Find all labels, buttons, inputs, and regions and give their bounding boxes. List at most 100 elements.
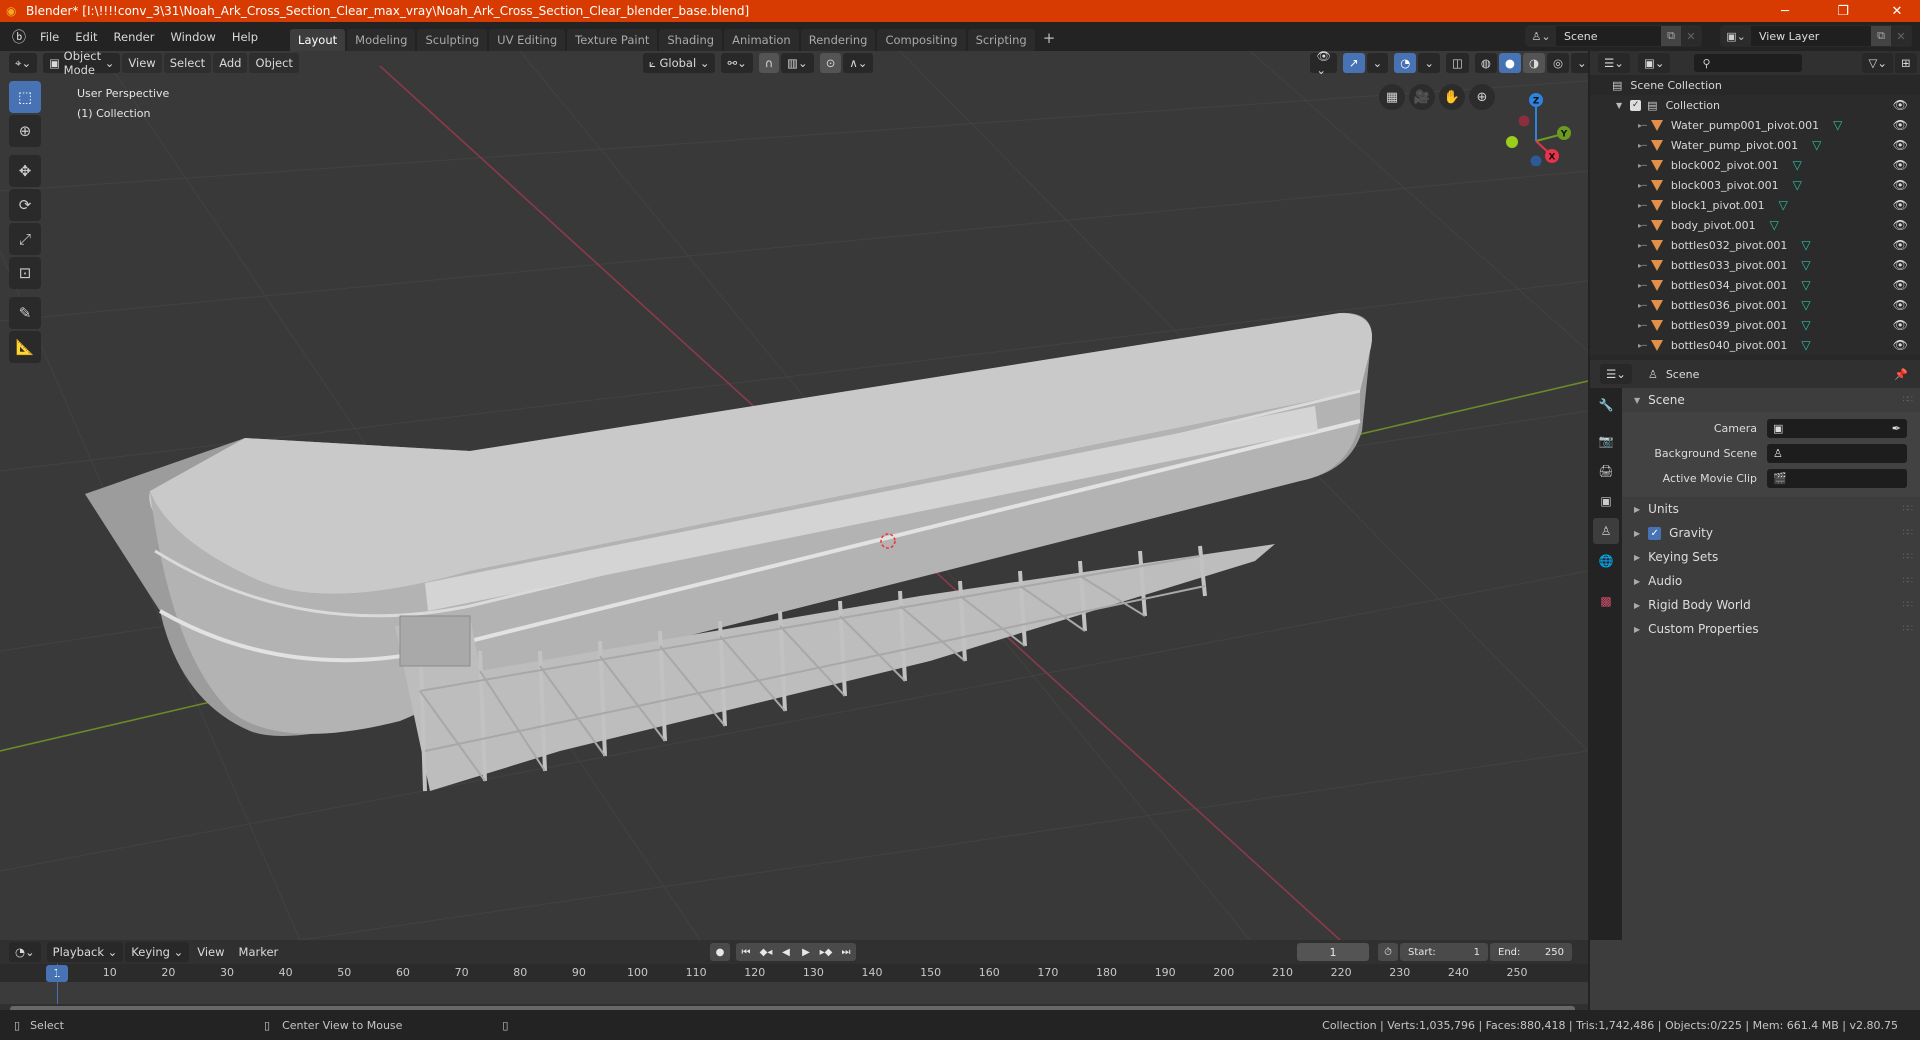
eye-icon[interactable]: 👁 bbox=[1893, 318, 1908, 332]
active-movie-clip-field[interactable]: 🎬 bbox=[1767, 469, 1907, 488]
display-mode-button[interactable]: ▣⌄ bbox=[1637, 53, 1671, 73]
menu-help[interactable]: Help bbox=[224, 30, 266, 44]
wireframe-shading-button[interactable]: ◍ bbox=[1474, 53, 1497, 73]
eye-icon[interactable]: 👁 bbox=[1893, 238, 1908, 252]
eye-icon[interactable]: 👁 bbox=[1893, 178, 1908, 192]
gizmo-neg-y-icon[interactable] bbox=[1506, 136, 1518, 148]
mesh-data-icon[interactable]: ▽ bbox=[1793, 178, 1802, 192]
mesh-data-icon[interactable]: ▽ bbox=[1801, 258, 1810, 272]
filter-button[interactable]: ▽⌄ bbox=[1862, 53, 1893, 73]
transform-orientation-selector[interactable]: ⟀ Global ⌄ bbox=[642, 53, 716, 73]
gravity-checkbox[interactable]: ✓ bbox=[1648, 526, 1662, 540]
object-menu[interactable]: Object bbox=[249, 53, 299, 73]
mesh-data-icon[interactable]: ▽ bbox=[1801, 318, 1810, 332]
mesh-data-icon[interactable]: ▽ bbox=[1770, 218, 1779, 232]
add-workspace-button[interactable]: + bbox=[1037, 29, 1062, 51]
minimize-button[interactable]: ─ bbox=[1762, 0, 1808, 22]
pan-hand-icon[interactable]: ✋ bbox=[1439, 84, 1465, 110]
texture-tab-icon[interactable]: ▩ bbox=[1593, 588, 1619, 614]
new-view-layer-icon[interactable]: ⧉ bbox=[1871, 26, 1891, 46]
expand-icon[interactable]: ▸─ bbox=[1638, 281, 1647, 290]
collection-row[interactable]: ▼ ✓ ▤ Collection 👁 bbox=[1590, 95, 1920, 115]
expand-icon[interactable]: ▸─ bbox=[1638, 181, 1647, 190]
new-collection-button[interactable]: ⊞ bbox=[1894, 53, 1917, 73]
tab-layout[interactable]: Layout bbox=[290, 29, 346, 51]
start-frame-field[interactable]: Start: 1 bbox=[1400, 943, 1488, 961]
outliner-item[interactable]: ▸─ bottles032_pivot.001 ▽ 👁 bbox=[1590, 235, 1920, 255]
delete-view-layer-icon[interactable]: ✕ bbox=[1891, 26, 1911, 46]
jump-start-icon[interactable]: ⏮ bbox=[736, 943, 756, 961]
mode-selector[interactable]: ▣ Object Mode ⌄ bbox=[43, 51, 121, 77]
drag-grip-icon[interactable]: ∷∷ bbox=[1903, 600, 1914, 610]
end-frame-field[interactable]: End: 250 bbox=[1490, 943, 1572, 961]
solid-shading-button[interactable]: ● bbox=[1498, 53, 1521, 73]
expand-icon[interactable]: ▸─ bbox=[1638, 341, 1647, 350]
audio-panel-header[interactable]: ▶ Audio ∷∷ bbox=[1622, 569, 1920, 593]
mesh-data-icon[interactable]: ▽ bbox=[1833, 118, 1842, 132]
expand-icon[interactable]: ▸─ bbox=[1638, 221, 1647, 230]
drag-grip-icon[interactable]: ∷∷ bbox=[1903, 504, 1914, 514]
camera-field[interactable]: ▣ ✒ bbox=[1767, 419, 1907, 438]
mesh-data-icon[interactable]: ▽ bbox=[1812, 138, 1821, 152]
stopwatch-icon[interactable]: ⏱ bbox=[1378, 943, 1398, 961]
xray-toggle[interactable]: ◫ bbox=[1445, 53, 1469, 73]
outliner-item[interactable]: ▸─ bottles034_pivot.001 ▽ 👁 bbox=[1590, 275, 1920, 295]
drag-grip-icon[interactable]: ∷∷ bbox=[1903, 624, 1914, 634]
snap-settings-button[interactable]: ▥⌄ bbox=[781, 53, 814, 73]
gizmo-settings-button[interactable]: ⌄ bbox=[1366, 53, 1389, 73]
rigid-body-world-panel-header[interactable]: ▶ Rigid Body World ∷∷ bbox=[1622, 593, 1920, 617]
units-panel-header[interactable]: ▶ Units ∷∷ bbox=[1622, 497, 1920, 521]
scene-tab-icon[interactable]: ♙ bbox=[1593, 518, 1619, 544]
mesh-data-icon[interactable]: ▽ bbox=[1801, 278, 1810, 292]
delete-scene-icon[interactable]: ✕ bbox=[1681, 26, 1701, 46]
tab-shading[interactable]: Shading bbox=[659, 29, 723, 51]
close-button[interactable]: ✕ bbox=[1874, 0, 1920, 22]
eye-icon[interactable]: 👁 bbox=[1893, 118, 1908, 132]
measure-tool-icon[interactable]: 📐 bbox=[9, 331, 41, 363]
marker-menu[interactable]: Marker bbox=[233, 942, 285, 962]
pin-icon[interactable]: 📌 bbox=[1894, 368, 1908, 381]
visibility-button[interactable]: 👁⌄ bbox=[1310, 51, 1337, 77]
new-scene-icon[interactable]: ⧉ bbox=[1661, 26, 1681, 46]
mesh-data-icon[interactable]: ▽ bbox=[1801, 338, 1810, 352]
view-menu[interactable]: View bbox=[122, 53, 162, 73]
next-keyframe-icon[interactable]: ▸◆ bbox=[816, 943, 836, 961]
move-tool-icon[interactable]: ✥ bbox=[9, 155, 41, 187]
outliner-item[interactable]: ▸─ block002_pivot.001 ▽ 👁 bbox=[1590, 155, 1920, 175]
annotate-tool-icon[interactable]: ✎ bbox=[9, 297, 41, 329]
tool-tab-icon[interactable]: 🔧 bbox=[1593, 392, 1619, 418]
mesh-data-icon[interactable]: ▽ bbox=[1793, 158, 1802, 172]
view-layer-name[interactable]: View Layer bbox=[1751, 30, 1871, 43]
menu-window[interactable]: Window bbox=[162, 30, 223, 44]
output-tab-icon[interactable]: 🖨 bbox=[1593, 458, 1619, 484]
background-scene-field[interactable]: ♙ bbox=[1767, 444, 1907, 463]
eye-icon[interactable]: 👁 bbox=[1893, 158, 1908, 172]
menu-file[interactable]: File bbox=[32, 30, 67, 44]
outliner-item[interactable]: ▸─ bottles040_pivot.001 ▽ 👁 bbox=[1590, 335, 1920, 355]
gizmo-neg-z-icon[interactable] bbox=[1530, 155, 1542, 167]
timeline-ruler[interactable]: 1102030405060708090100110120130140150160… bbox=[0, 964, 1588, 982]
rotate-tool-icon[interactable]: ⟳ bbox=[9, 189, 41, 221]
overlay-toggle[interactable]: ◔ bbox=[1394, 53, 1417, 73]
tab-rendering[interactable]: Rendering bbox=[800, 29, 876, 51]
world-tab-icon[interactable]: 🌐 bbox=[1593, 548, 1619, 574]
tab-animation[interactable]: Animation bbox=[724, 29, 799, 51]
timeline-editor-type-button[interactable]: ◔⌄ bbox=[9, 942, 41, 962]
record-button[interactable]: ● bbox=[710, 943, 730, 961]
add-menu[interactable]: Add bbox=[213, 53, 248, 73]
scene-selector[interactable]: ♙⌄ Scene ⧉ ✕ bbox=[1525, 25, 1702, 47]
timeline-track-area[interactable] bbox=[0, 964, 1588, 1004]
tab-scripting[interactable]: Scripting bbox=[967, 29, 1035, 51]
drag-grip-icon[interactable]: ∷∷ bbox=[1903, 576, 1914, 586]
scene-panel-header[interactable]: ▼ Scene ∷∷ bbox=[1622, 388, 1920, 412]
playback-menu[interactable]: Playback ⌄ bbox=[46, 942, 124, 962]
shading-settings-button[interactable]: ⌄ bbox=[1571, 53, 1588, 73]
eyedropper-icon[interactable]: ✒ bbox=[1892, 422, 1901, 435]
view-layer-tab-icon[interactable]: ▣ bbox=[1593, 488, 1619, 514]
keying-menu[interactable]: Keying ⌄ bbox=[125, 942, 190, 962]
mesh-data-icon[interactable]: ▽ bbox=[1801, 238, 1810, 252]
tab-texture-paint[interactable]: Texture Paint bbox=[567, 29, 658, 51]
overlay-settings-button[interactable]: ⌄ bbox=[1418, 53, 1440, 73]
proportional-edit-toggle[interactable]: ⊙ bbox=[819, 53, 842, 73]
zoom-icon[interactable]: ⊕ bbox=[1469, 84, 1495, 110]
